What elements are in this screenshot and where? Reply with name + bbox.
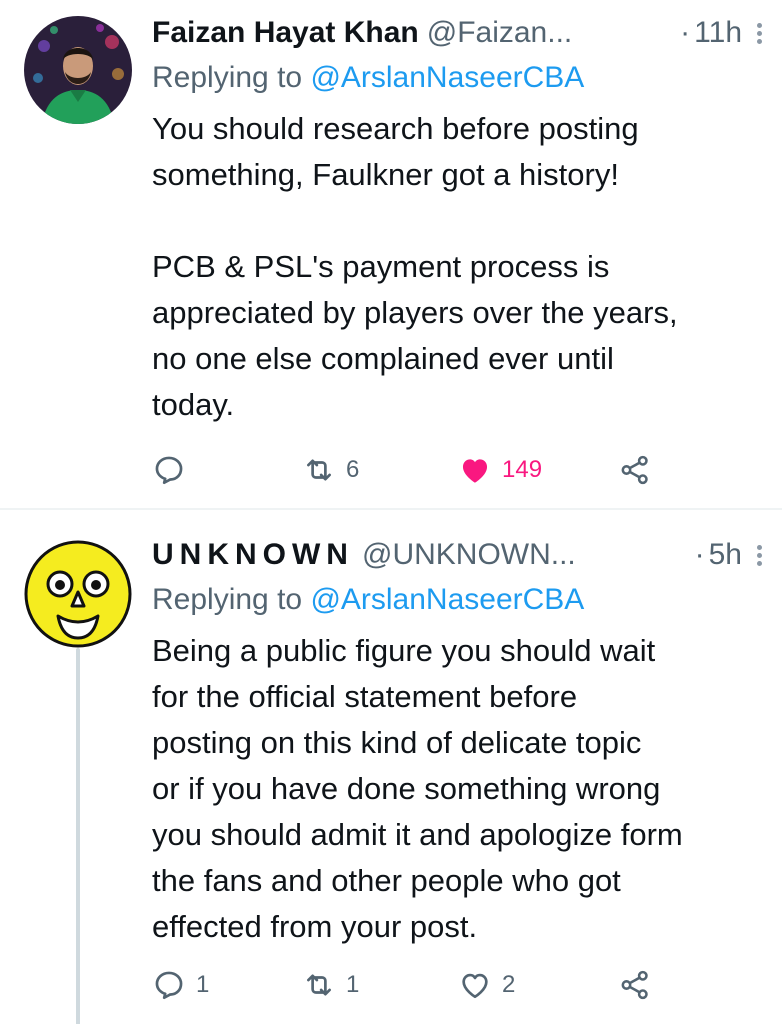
thread-line	[76, 648, 80, 1024]
share-button[interactable]	[618, 968, 652, 1002]
profile-photo	[24, 16, 132, 124]
retweet-icon	[307, 459, 331, 481]
display-name[interactable]: UNKNOWN	[152, 538, 354, 572]
action-bar: 1 1 2	[152, 965, 762, 1005]
share-icon	[621, 970, 648, 1000]
retweet-count: 1	[346, 971, 360, 998]
retweet-icon	[307, 974, 331, 996]
more-options-icon[interactable]	[756, 544, 762, 566]
share-icon	[621, 455, 648, 485]
reply-count: 1	[196, 971, 210, 998]
like-count: 149	[502, 456, 543, 483]
replying-to: Replying to @ArslanNaseerCBA	[152, 58, 762, 98]
display-name[interactable]: Faizan Hayat Khan	[152, 16, 419, 50]
reply-icon	[155, 971, 183, 1000]
reply-button[interactable]: 1	[152, 968, 302, 1002]
reply-button[interactable]	[152, 453, 302, 487]
heart-filled-icon	[462, 459, 488, 483]
avatar[interactable]	[24, 540, 132, 648]
heart-outline-icon	[462, 973, 488, 999]
replying-to: Replying to @ArslanNaseerCBA	[152, 580, 762, 620]
retweet-count: 6	[346, 456, 360, 483]
more-options-icon[interactable]	[756, 22, 762, 44]
timestamp[interactable]: 11h	[694, 16, 742, 50]
retweet-button[interactable]: 6	[302, 453, 458, 487]
mention-link[interactable]: @ArslanNaseerCBA	[310, 61, 584, 94]
like-button[interactable]: 149	[458, 453, 618, 487]
tweet[interactable]: UNKNOWN @UNKNOWN... · 5h Replying to @Ar…	[0, 510, 782, 1024]
tweet-header: UNKNOWN @UNKNOWN... · 5h	[152, 532, 762, 578]
retweet-button[interactable]: 1	[302, 968, 458, 1002]
like-button[interactable]: 2	[458, 968, 618, 1002]
timestamp[interactable]: 5h	[709, 538, 742, 572]
smiley-face-avatar	[24, 540, 132, 648]
user-handle[interactable]: @UNKNOWN...	[362, 538, 576, 572]
reply-icon	[155, 456, 183, 485]
tweet-text: You should research before posting somet…	[152, 111, 678, 422]
tweet-text: Being a public figure you should wait fo…	[152, 633, 683, 944]
like-count: 2	[502, 971, 516, 998]
mention-link[interactable]: @ArslanNaseerCBA	[310, 583, 584, 616]
share-button[interactable]	[618, 453, 652, 487]
separator-dot: ·	[694, 538, 705, 571]
replying-prefix: Replying to	[152, 583, 311, 616]
separator-dot: ·	[680, 16, 691, 49]
replying-prefix: Replying to	[152, 61, 311, 94]
tweet-header: Faizan Hayat Khan @Faizan... · 11h	[152, 10, 762, 56]
tweet[interactable]: Faizan Hayat Khan @Faizan... · 11h Reply…	[0, 0, 782, 508]
user-handle[interactable]: @Faizan...	[427, 16, 573, 50]
action-bar: 6 149	[152, 450, 762, 490]
avatar[interactable]	[24, 16, 132, 124]
